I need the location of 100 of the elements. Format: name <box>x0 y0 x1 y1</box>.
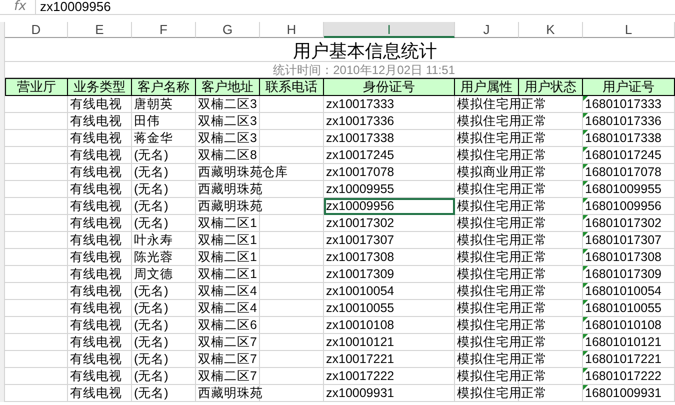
empty-cell <box>260 198 324 215</box>
table-cell: (无名) <box>132 181 196 198</box>
table-cell: 正常 <box>519 113 583 130</box>
table-cell: 有线电视 <box>68 164 132 181</box>
table-cell: 16801017309 <box>583 266 675 283</box>
table-cell: 蒋金华 <box>132 130 196 147</box>
table-cell: (无名) <box>132 300 196 317</box>
column-header[interactable]: L <box>583 22 675 38</box>
table-cell: 双楠二区1 <box>196 249 260 266</box>
table-header: 用户证号 <box>583 78 675 96</box>
table-cell: 正常 <box>519 147 583 164</box>
error-indicator-icon <box>583 96 588 101</box>
table-cell: 正常 <box>519 385 583 402</box>
table-cell: 16801010054 <box>583 283 675 300</box>
table-cell: 模拟商业用 <box>455 164 519 181</box>
table-cell: 西藏明珠苑 <box>196 164 260 181</box>
error-indicator-icon <box>583 283 588 288</box>
row-header[interactable] <box>0 385 5 402</box>
table-cell: zx10010108 <box>324 317 455 334</box>
empty-cell <box>260 249 324 266</box>
table-cell: 16801017302 <box>583 215 675 232</box>
table-cell: 16801017222 <box>583 368 675 385</box>
empty-cell <box>260 147 324 164</box>
column-header[interactable]: K <box>519 22 583 38</box>
table-header: 业务类型 <box>68 78 132 96</box>
error-indicator-icon <box>583 215 588 220</box>
table-cell: 有线电视 <box>68 147 132 164</box>
table-cell: zx10009956 <box>324 198 455 215</box>
column-header[interactable]: I <box>324 22 455 38</box>
table-cell: 双楠二区1 <box>196 215 260 232</box>
table-cell: (无名) <box>132 164 196 181</box>
table-cell: zx10017302 <box>324 215 455 232</box>
error-indicator-icon <box>583 385 588 390</box>
table-cell: 模拟住宅用 <box>455 283 519 300</box>
table-cell: (无名) <box>132 334 196 351</box>
table-cell: 双楠二区4 <box>196 300 260 317</box>
table-cell: zx10010121 <box>324 334 455 351</box>
table-cell: 16801017338 <box>583 130 675 147</box>
table-cell: 正常 <box>519 317 583 334</box>
table-cell: 正常 <box>519 368 583 385</box>
table-cell: 模拟住宅用 <box>455 351 519 368</box>
sheet-title: 用户基本信息统计 <box>5 38 675 62</box>
function-label[interactable]: fx <box>0 0 36 14</box>
table-cell: zx10017308 <box>324 249 455 266</box>
column-header[interactable]: G <box>196 22 260 38</box>
empty-cell <box>260 130 324 147</box>
table-cell: 有线电视 <box>68 113 132 130</box>
table-cell: 16801010055 <box>583 300 675 317</box>
table-cell: 双楠二区7 <box>196 368 260 385</box>
table-cell: 双楠二区8 <box>196 147 260 164</box>
table-cell: 16801010108 <box>583 317 675 334</box>
table-header: 用户属性 <box>455 78 519 96</box>
row-header[interactable] <box>0 22 5 38</box>
formula-input[interactable]: zx10009956 <box>36 0 675 14</box>
table-cell: (无名) <box>132 351 196 368</box>
column-header[interactable]: J <box>455 22 519 38</box>
table-cell: 有线电视 <box>68 198 132 215</box>
table-header: 客户地址 <box>196 78 260 96</box>
empty-cell <box>260 232 324 249</box>
table-cell: 周文德 <box>132 266 196 283</box>
table-cell: 双楠二区3 <box>196 96 260 113</box>
table-cell: 双楠二区3 <box>196 113 260 130</box>
table-cell: (无名) <box>132 317 196 334</box>
table-cell: 有线电视 <box>68 266 132 283</box>
empty-cell <box>260 385 324 402</box>
column-header[interactable]: E <box>68 22 132 38</box>
column-header[interactable]: F <box>132 22 196 38</box>
column-header[interactable]: D <box>5 22 68 38</box>
table-cell: (无名) <box>132 283 196 300</box>
table-header: 用户状态 <box>519 78 583 96</box>
error-indicator-icon <box>583 181 588 186</box>
table-cell: 双楠二区3 <box>196 130 260 147</box>
empty-cell <box>260 317 324 334</box>
table-cell: 正常 <box>519 232 583 249</box>
table-cell: 模拟住宅用 <box>455 334 519 351</box>
table-cell: zx10009955 <box>324 181 455 198</box>
error-indicator-icon <box>583 317 588 322</box>
table-cell: 模拟住宅用 <box>455 385 519 402</box>
table-cell: 正常 <box>519 283 583 300</box>
error-indicator-icon <box>583 300 588 305</box>
table-cell: 双楠二区1 <box>196 266 260 283</box>
table-cell: 模拟住宅用 <box>455 300 519 317</box>
error-indicator-icon <box>583 334 588 339</box>
table-cell: zx10017307 <box>324 232 455 249</box>
table-cell: 双楠二区7 <box>196 334 260 351</box>
table-cell: 模拟住宅用 <box>455 232 519 249</box>
empty-cell <box>260 96 324 113</box>
empty-cell <box>260 351 324 368</box>
error-indicator-icon <box>583 232 588 237</box>
empty-cell <box>260 266 324 283</box>
table-cell: (无名) <box>132 385 196 402</box>
table-cell: 西藏明珠苑 <box>196 181 260 198</box>
empty-cell <box>260 368 324 385</box>
table-cell: 有线电视 <box>68 232 132 249</box>
table-cell: 正常 <box>519 96 583 113</box>
table-cell: (无名) <box>132 198 196 215</box>
table-cell: 正常 <box>519 300 583 317</box>
table-cell: 有线电视 <box>68 215 132 232</box>
table-cell: 正常 <box>519 181 583 198</box>
table-cell: 16801009931 <box>583 385 675 402</box>
